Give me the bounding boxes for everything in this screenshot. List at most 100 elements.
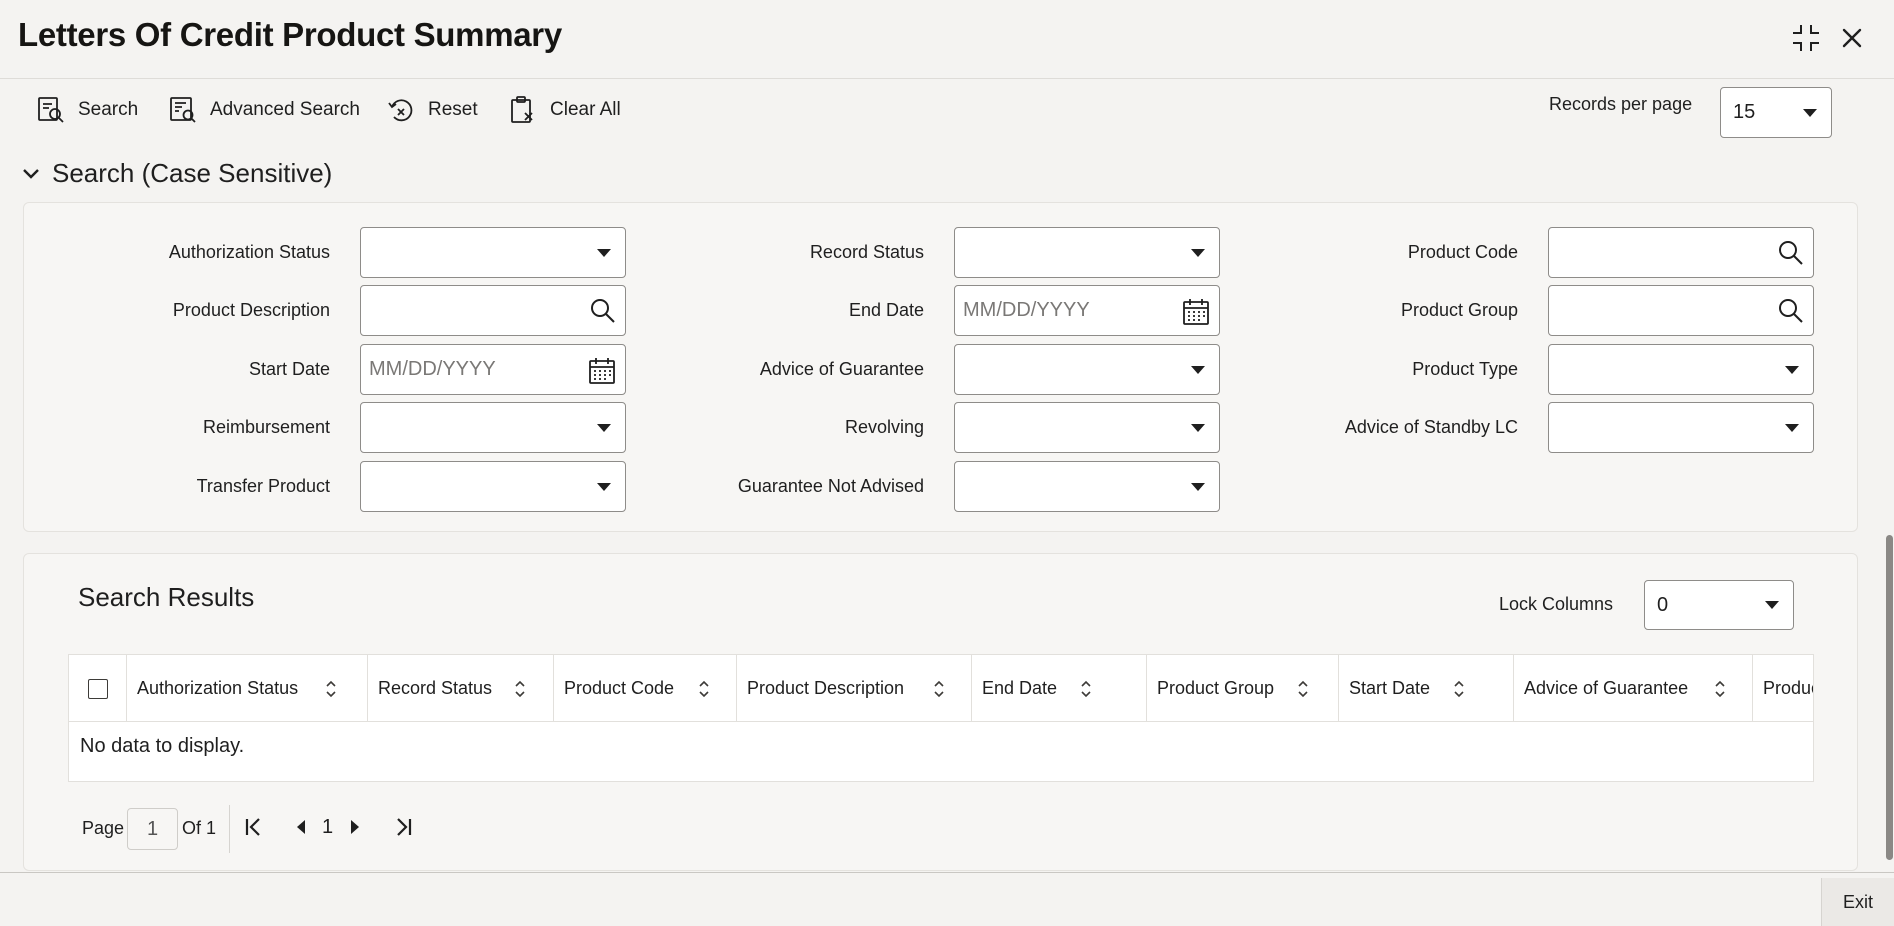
caret-left-icon	[297, 820, 305, 834]
reimbursement-select[interactable]	[360, 402, 626, 453]
search-label: Search	[78, 99, 139, 120]
select-all-checkbox[interactable]	[88, 679, 108, 699]
search-results-title: Search Results	[78, 582, 255, 612]
close-button[interactable]	[1832, 18, 1872, 58]
first-page-button[interactable]	[241, 812, 267, 842]
footer-divider	[0, 872, 1894, 873]
column-product-description[interactable]: Product Description	[737, 655, 972, 722]
last-page-button[interactable]	[390, 812, 416, 842]
product-group-input[interactable]	[1548, 285, 1814, 336]
advice-of-guarantee-label: Advice of Guarantee	[759, 359, 924, 379]
column-product-truncated[interactable]: Produc	[1753, 655, 1813, 722]
scrollbar-thumb[interactable]	[1886, 535, 1893, 860]
sort-icon[interactable]	[325, 679, 337, 699]
sort-icon[interactable]	[933, 679, 945, 699]
search-section-toggle[interactable]: Search (Case Sensitive)	[22, 158, 332, 189]
column-advice-of-guarantee[interactable]: Advice of Guarantee	[1514, 655, 1753, 722]
chevron-down-icon	[1785, 423, 1799, 432]
select-all-column	[69, 655, 127, 722]
reimbursement-label: Reimbursement	[202, 417, 330, 437]
exit-button[interactable]: Exit	[1821, 878, 1894, 926]
product-type-label: Product Type	[1412, 359, 1518, 379]
previous-page-button[interactable]	[288, 812, 314, 842]
column-header-label: Authorization Status	[137, 678, 299, 698]
start-date-placeholder: MM/DD/YYYY	[369, 358, 496, 380]
column-header-label: End Date	[982, 678, 1058, 698]
start-date-input[interactable]: MM/DD/YYYY	[360, 344, 626, 395]
page-total-label: Of 1	[182, 818, 217, 838]
record-status-label: Record Status	[809, 242, 924, 262]
chevron-down-icon	[1191, 423, 1205, 432]
column-authorization-status[interactable]: Authorization Status	[127, 655, 368, 722]
product-type-select[interactable]	[1548, 344, 1814, 395]
search-button[interactable]: Search	[36, 92, 138, 128]
advice-of-standby-lc-select[interactable]	[1548, 402, 1814, 453]
revolving-select[interactable]	[954, 402, 1220, 453]
product-code-input[interactable]	[1548, 227, 1814, 278]
column-header-label: Product Group	[1157, 678, 1275, 698]
empty-results-message: No data to display.	[80, 735, 245, 757]
sort-icon[interactable]	[1714, 679, 1726, 699]
revolving-label: Revolving	[844, 417, 924, 437]
maximize-button[interactable]	[1786, 18, 1826, 58]
search-icon[interactable]	[1777, 297, 1805, 325]
sort-icon[interactable]	[1453, 679, 1465, 699]
reset-button[interactable]: Reset	[386, 92, 478, 128]
transfer-product-label: Transfer Product	[196, 476, 330, 496]
clear-all-label: Clear All	[550, 99, 621, 120]
column-header-label: Record Status	[378, 678, 493, 698]
product-description-label: Product Description	[172, 300, 330, 320]
search-doc-icon	[38, 97, 64, 123]
lock-columns-value: 0	[1657, 593, 1669, 616]
end-date-placeholder: MM/DD/YYYY	[963, 299, 1090, 321]
search-icon[interactable]	[589, 297, 617, 325]
next-page-button[interactable]	[342, 812, 368, 842]
end-date-input[interactable]: MM/DD/YYYY	[954, 285, 1220, 336]
column-header-label: Start Date	[1349, 678, 1431, 698]
transfer-product-select[interactable]	[360, 461, 626, 512]
sort-icon[interactable]	[514, 679, 526, 699]
clipboard-icon	[511, 96, 533, 123]
column-product-code[interactable]: Product Code	[554, 655, 737, 722]
chevron-down-icon	[1785, 365, 1799, 374]
sort-icon[interactable]	[698, 679, 710, 699]
column-header-label: Product Code	[564, 678, 675, 698]
current-page-indicator: 1	[322, 816, 334, 838]
product-description-input[interactable]	[360, 285, 626, 336]
chevron-down-icon	[597, 248, 611, 257]
sort-icon[interactable]	[1297, 679, 1309, 699]
chevron-down-icon	[1803, 108, 1817, 117]
chevron-down-icon	[1191, 248, 1205, 257]
sort-icon[interactable]	[1080, 679, 1092, 699]
authorization-status-select[interactable]	[360, 227, 626, 278]
table-header-row: Authorization Status Record Status Produ…	[69, 655, 1813, 722]
lock-columns-select[interactable]: 0	[1644, 580, 1794, 630]
column-header-label: Product Description	[747, 678, 905, 698]
column-product-group[interactable]: Product Group	[1147, 655, 1339, 722]
calendar-icon[interactable]	[587, 356, 617, 386]
column-end-date[interactable]: End Date	[972, 655, 1147, 722]
column-start-date[interactable]: Start Date	[1339, 655, 1514, 722]
header-divider	[0, 78, 1894, 79]
search-section-title: Search (Case Sensitive)	[52, 158, 333, 188]
advice-of-guarantee-select[interactable]	[954, 344, 1220, 395]
results-table: Authorization Status Record Status Produ…	[68, 654, 1814, 782]
record-status-select[interactable]	[954, 227, 1220, 278]
page-label: Page	[82, 818, 125, 838]
chevron-down-icon	[597, 423, 611, 432]
column-record-status[interactable]: Record Status	[368, 655, 554, 722]
last-page-icon	[397, 818, 412, 836]
advanced-search-icon	[170, 97, 196, 123]
close-icon	[1842, 28, 1862, 48]
authorization-status-label: Authorization Status	[168, 242, 330, 262]
search-icon[interactable]	[1777, 239, 1805, 267]
page-number-input[interactable]: 1	[127, 808, 178, 850]
clear-all-button[interactable]: Clear All	[508, 92, 621, 128]
first-page-icon	[245, 818, 260, 836]
records-per-page-select[interactable]: 15	[1720, 87, 1832, 138]
advice-of-standby-lc-label: Advice of Standby LC	[1344, 417, 1518, 437]
calendar-icon[interactable]	[1181, 297, 1211, 327]
guarantee-not-advised-select[interactable]	[954, 461, 1220, 512]
advanced-search-button[interactable]: Advanced Search	[168, 92, 360, 128]
lock-columns-label: Lock Columns	[1499, 594, 1614, 614]
